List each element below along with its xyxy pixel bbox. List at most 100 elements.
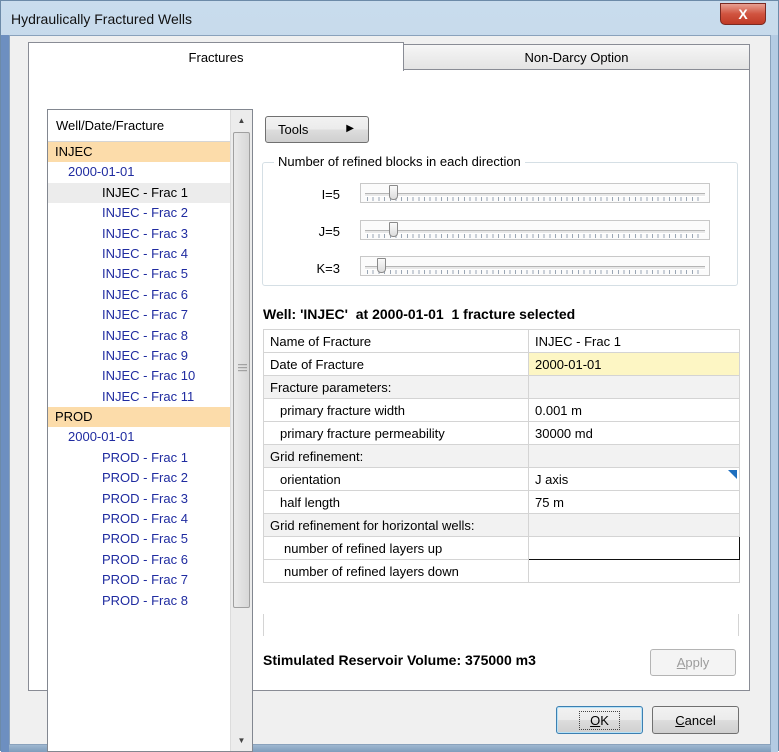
title-bar[interactable]: Hydraulically Fractured Wells X [1, 1, 778, 35]
property-row: Fracture parameters: [263, 375, 740, 399]
tree-fracture-item[interactable]: INJEC - Frac 6 [48, 285, 231, 305]
slider-k[interactable] [360, 256, 710, 276]
tree-fracture-item[interactable]: INJEC - Frac 2 [48, 203, 231, 223]
property-value [528, 375, 740, 399]
tree-fracture-item[interactable]: INJEC - Frac 11 [48, 387, 231, 407]
tree-fracture-item[interactable]: PROD - Frac 2 [48, 468, 231, 488]
property-name: primary fracture width [263, 398, 529, 422]
selection-info: Well: 'INJEC' at 2000-01-01 1 fracture s… [263, 306, 576, 322]
scrollbar-thumb[interactable]: — — — [233, 132, 250, 608]
close-icon: X [738, 6, 748, 22]
tree-well-node[interactable]: INJEC [48, 142, 231, 163]
slider-ticks [367, 270, 703, 274]
tree-well-node[interactable]: PROD [48, 407, 231, 428]
property-value[interactable] [528, 559, 740, 583]
tree-date-node[interactable]: 2000-01-01 [48, 162, 231, 182]
tab-fractures[interactable]: Fractures [28, 42, 404, 71]
tree-date-node[interactable]: 2000-01-01 [48, 427, 231, 447]
scroll-down-arrow-icon[interactable]: ▼ [233, 732, 250, 749]
property-name: primary fracture permeability [263, 421, 529, 445]
tree-fracture-item[interactable]: INJEC - Frac 3 [48, 224, 231, 244]
well-fracture-tree[interactable]: Well/Date/Fracture INJEC 2000-01-01 INJEC … [47, 109, 253, 752]
window-title: Hydraulically Fractured Wells [11, 11, 193, 27]
stimulated-volume-text: Stimulated Reservoir Volume: 375000 m3 [263, 652, 536, 668]
property-value[interactable]: 2000-01-01 [528, 352, 740, 376]
property-value [528, 444, 740, 468]
cancel-button[interactable]: Cancel [652, 706, 739, 734]
property-value-text: 0.001 m [535, 402, 582, 418]
tree-fracture-item[interactable]: PROD - Frac 3 [48, 489, 231, 509]
tools-button[interactable]: Tools ▶ [265, 116, 369, 143]
property-name: half length [263, 490, 529, 514]
tab-label: Fractures [188, 49, 244, 65]
grid-empty-area [263, 614, 739, 636]
property-value[interactable]: 75 m [528, 490, 740, 514]
scroll-up-arrow-icon[interactable]: ▲ [233, 112, 250, 129]
slider-label-i: I=5 [321, 187, 340, 202]
tree-fracture-item[interactable]: PROD - Frac 1 [48, 448, 231, 468]
ok-label: OK [579, 710, 620, 730]
property-row: number of refined layers down [263, 559, 740, 583]
tree-fracture-item[interactable]: PROD - Frac 6 [48, 550, 231, 570]
slider-label-k: K=3 [316, 261, 341, 276]
fracture-properties-grid[interactable]: Name of Fracture INJEC - Frac 1 Date of Fr… [263, 329, 740, 583]
slider-ticks [367, 234, 703, 238]
tree-fracture-item[interactable]: INJEC - Frac 5 [48, 264, 231, 284]
slider-label-j: J=5 [318, 224, 340, 239]
ok-button[interactable]: OK [556, 706, 643, 734]
property-row: Grid refinement for horizontal wells: [263, 513, 740, 537]
property-value [528, 513, 740, 537]
property-name: number of refined layers up [263, 536, 529, 560]
property-value[interactable]: 0.001 m [528, 398, 740, 422]
tree-scrollbar[interactable]: ▲ — — — ▼ [230, 110, 252, 751]
window-frame-left [1, 35, 9, 752]
property-name: Grid refinement: [263, 444, 529, 468]
cancel-label: Cancel [675, 712, 716, 728]
property-value[interactable]: J axis [528, 467, 740, 491]
property-row: Name of Fracture INJEC - Frac 1 [263, 329, 740, 353]
tree-fracture-item[interactable]: PROD - Frac 8 [48, 591, 231, 611]
property-name: Grid refinement for horizontal wells: [263, 513, 529, 537]
apply-button[interactable]: Apply [650, 649, 736, 676]
dropdown-corner-icon[interactable] [728, 470, 737, 479]
tree-fracture-item[interactable]: PROD - Frac 4 [48, 509, 231, 529]
close-button[interactable]: X [720, 3, 766, 25]
slider-j[interactable] [360, 220, 710, 240]
property-name: orientation [263, 467, 529, 491]
tab-non-darcy-option[interactable]: Non-Darcy Option [403, 44, 750, 70]
property-value-text: INJEC - Frac 1 [535, 333, 621, 349]
property-value-text: 2000-01-01 [535, 356, 602, 372]
tab-label: Non-Darcy Option [524, 50, 629, 65]
property-value[interactable]: INJEC - Frac 1 [528, 329, 740, 353]
refined-blocks-title: Number of refined blocks in each directi… [274, 154, 525, 169]
tree-fracture-item[interactable]: PROD - Frac 7 [48, 570, 231, 590]
property-value[interactable]: 30000 md [528, 421, 740, 445]
tree-rows: INJEC 2000-01-01 INJEC - Frac 1 INJEC - Fra… [48, 142, 231, 611]
tree-fracture-item[interactable]: INJEC - Frac 4 [48, 244, 231, 264]
tools-label: Tools [278, 122, 309, 137]
property-name: Name of Fracture [263, 329, 529, 353]
property-value-text: 75 m [535, 494, 564, 510]
window-frame-right [770, 35, 778, 752]
property-row: primary fracture width 0.001 m [263, 398, 740, 422]
property-name: Fracture parameters: [263, 375, 529, 399]
tree-fracture-item[interactable]: PROD - Frac 5 [48, 529, 231, 549]
tree-fracture-item[interactable]: INJEC - Frac 7 [48, 305, 231, 325]
slider-thumb-k[interactable] [377, 258, 386, 273]
tree-fracture-item[interactable]: INJEC - Frac 8 [48, 326, 231, 346]
tree-header: Well/Date/Fracture [48, 110, 231, 142]
property-name: number of refined layers down [263, 559, 529, 583]
property-row: half length 75 m [263, 490, 740, 514]
tree-fracture-item[interactable]: INJEC - Frac 10 [48, 366, 231, 386]
slider-thumb-j[interactable] [389, 222, 398, 237]
property-value-text: J axis [535, 471, 569, 487]
slider-thumb-i[interactable] [389, 185, 398, 200]
property-row: Date of Fracture 2000-01-01 [263, 352, 740, 376]
apply-label: Apply [676, 655, 710, 670]
property-row: orientation J axis [263, 467, 740, 491]
property-name: Date of Fracture [263, 352, 529, 376]
tree-fracture-item[interactable]: INJEC - Frac 1 [48, 182, 231, 204]
tree-fracture-item[interactable]: INJEC - Frac 9 [48, 346, 231, 366]
property-value[interactable] [528, 536, 740, 560]
slider-i[interactable] [360, 183, 710, 203]
